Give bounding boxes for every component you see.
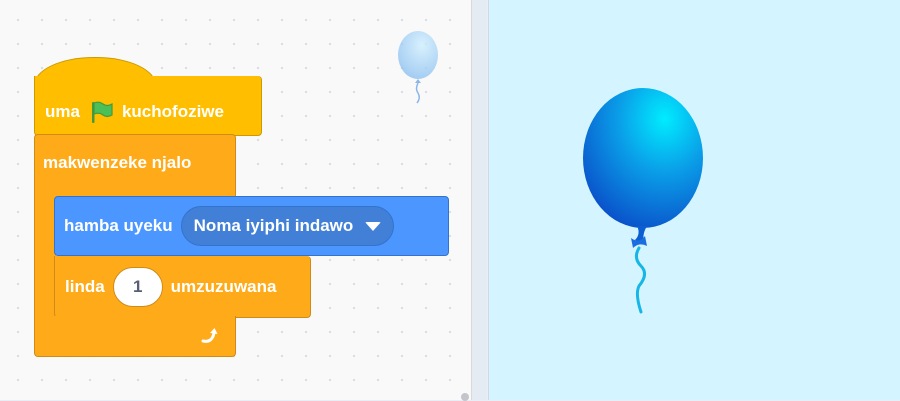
go-to-block[interactable]: hamba uyeku Noma iyiphi indawo (54, 196, 449, 256)
wait-block[interactable]: linda 1 umzuzuwana (54, 256, 311, 318)
dropdown-value: Noma iyiphi indawo (193, 216, 354, 235)
wait-seconds-input[interactable]: 1 (112, 266, 163, 307)
code-area[interactable]: uma kuchofoziwe makwenzeke njalo hamba u… (0, 0, 472, 401)
forever-block-bottom[interactable] (34, 316, 236, 357)
stage[interactable] (488, 0, 900, 400)
chevron-down-icon (365, 221, 382, 231)
when-flag-clicked-block[interactable]: uma kuchofoziwe (34, 76, 262, 136)
pane-divider (472, 0, 487, 400)
forever-block-arm[interactable] (34, 196, 56, 318)
go-to-label: hamba uyeku (64, 216, 173, 235)
go-to-target-dropdown[interactable]: Noma iyiphi indawo (180, 206, 395, 246)
forever-label: makwenzeke njalo (43, 152, 192, 172)
wait-label: linda (65, 276, 105, 296)
hat-label-before: uma (45, 101, 80, 121)
balloon-sprite-icon[interactable] (579, 86, 713, 316)
wait-unit-label: umzuzuwana (170, 276, 277, 296)
sprite-thumbnail-balloon-icon[interactable] (396, 30, 446, 108)
loop-arrow-icon (201, 328, 218, 343)
forever-block[interactable]: makwenzeke njalo (34, 134, 236, 198)
hat-label-after: kuchofoziwe (121, 101, 224, 121)
green-flag-icon (91, 101, 113, 123)
